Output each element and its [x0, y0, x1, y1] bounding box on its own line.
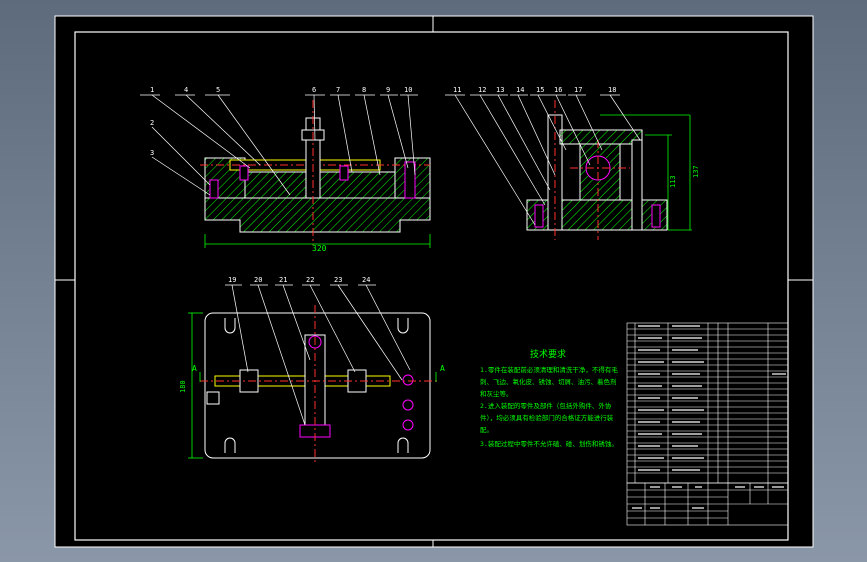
top-dim-label: 180: [179, 380, 187, 393]
side-dim-inner: 113: [669, 175, 677, 188]
balloon-front-1: 1: [150, 86, 154, 94]
side-top-plate: [559, 129, 643, 145]
bolt-left: [209, 179, 219, 199]
balloon-front-2: 2: [150, 119, 154, 127]
bolt-mid2: [239, 165, 249, 181]
balloon-side-15: 15: [536, 86, 544, 94]
balloon-top-19: 19: [228, 276, 236, 284]
tech-req-line-4: 2.进入装配的零件及部件（包括外购件、外协: [480, 401, 612, 410]
balloon-front-9: 9: [386, 86, 390, 94]
bolt-mid: [339, 165, 349, 181]
balloon-side-16: 16: [554, 86, 562, 94]
balloon-side-13: 13: [496, 86, 504, 94]
balloon-front-7: 7: [336, 86, 340, 94]
tech-req-line-2: 刺、飞边、氧化皮、锈蚀、切屑、油污、着色剂: [480, 377, 617, 386]
balloon-top-24: 24: [362, 276, 370, 284]
balloon-front-10: 10: [404, 86, 412, 94]
side-bolt-right: [651, 204, 661, 228]
tech-req-line-3: 和灰尘等。: [480, 389, 513, 398]
balloon-top-20: 20: [254, 276, 262, 284]
balloon-front-3: 3: [150, 149, 154, 157]
top-pin-right3: [402, 419, 414, 431]
top-pin-right2: [402, 399, 414, 411]
balloon-side-18: 18: [608, 86, 616, 94]
section-mark-right: A: [440, 364, 445, 373]
tech-req-line-6: 配。: [480, 426, 493, 434]
side-dim-outer: 137: [692, 165, 700, 178]
top-pad-left: [206, 391, 220, 405]
balloon-front-6: 6: [312, 86, 316, 94]
balloon-top-23: 23: [334, 276, 342, 284]
front-dim-label: 320: [312, 244, 327, 253]
top-pin-right: [402, 374, 414, 386]
tech-req-line-1: 1.零件在装配前必须清理和清洗干净，不得有毛: [480, 365, 618, 374]
cad-viewport[interactable]: 1 2 3 4 5 6 7 8 9 10 320 11 12 13 14 15 …: [0, 0, 867, 562]
tech-req-line-5: 件），均必须具有检验部门的合格证方能进行装: [480, 413, 614, 422]
side-post-right: [631, 139, 643, 231]
drawing-sheet: [54, 15, 814, 548]
balloon-front-4: 4: [184, 86, 188, 94]
balloon-front-5: 5: [216, 86, 220, 94]
balloon-side-14: 14: [516, 86, 524, 94]
balloon-side-12: 12: [478, 86, 486, 94]
balloon-front-8: 8: [362, 86, 366, 94]
balloon-top-21: 21: [279, 276, 287, 284]
tech-req-title: 技术要求: [530, 348, 566, 360]
balloon-side-11: 11: [453, 86, 461, 94]
bolt-right: [404, 161, 416, 199]
side-bolt-left: [534, 204, 544, 228]
balloon-side-17: 17: [574, 86, 582, 94]
balloon-top-22: 22: [306, 276, 314, 284]
tech-req-line-7: 3.装配过程中零件不允许磕、碰、划伤和锈蚀。: [480, 439, 618, 448]
section-mark-left: A: [192, 364, 197, 373]
